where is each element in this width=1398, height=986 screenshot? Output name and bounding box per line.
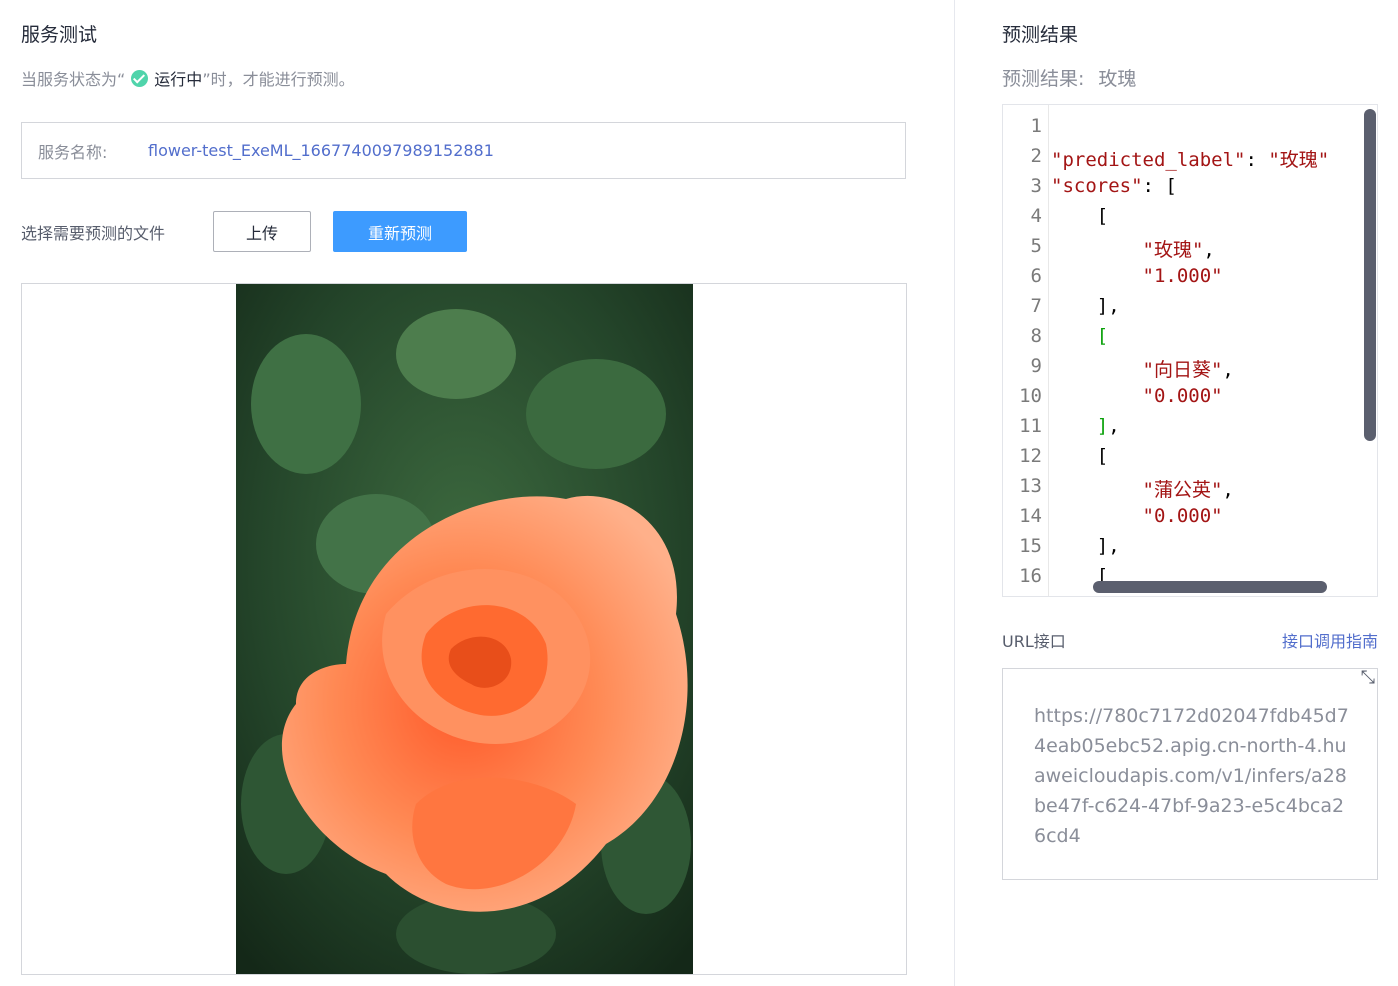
api-guide-link[interactable]: 接口调用指南 [1282,628,1378,652]
json-key: "scores" [1051,175,1143,197]
vertical-scrollbar[interactable] [1364,109,1376,441]
url-value: https://780c7172d02047fdb45d74eab05ebc52… [1034,705,1349,847]
json-value: "0.000" [1142,505,1223,527]
line-number: 13 [1019,475,1042,497]
line-number: 10 [1019,385,1042,407]
line-number: 8 [1030,325,1042,347]
line-number: 5 [1030,235,1042,257]
line-number: 4 [1030,205,1042,227]
service-name-value: flower-test_ExeML_1667740097989152881 [148,141,494,160]
prediction-title: 预测结果 [1002,24,1079,46]
code-line: [ [1051,205,1109,227]
json-value: "向日葵" [1142,359,1223,381]
line-number: 12 [1019,445,1042,467]
repredict-button[interactable]: 重新预测 [333,211,467,252]
page-title: 服务测试 [21,24,98,46]
line-number: 16 [1019,565,1042,587]
code-line: ], [1051,535,1120,557]
file-select-label: 选择需要预测的文件 [21,224,166,243]
code-line: ], [1096,415,1120,437]
code-line: [ [1051,445,1109,467]
url-label: URL接口 [1002,632,1066,651]
code-line: "scores": [ [1051,175,1177,197]
code-line: [ [1096,325,1109,347]
json-value: "蒲公英" [1142,479,1223,501]
rose-photo [236,284,693,974]
json-value: "1.000" [1142,265,1223,287]
prediction-result-label: 预测结果: [1002,68,1085,90]
prediction-panel: 预测结果 预测结果: 玫瑰 1 2 3 4 5 6 7 8 9 10 11 12 … [955,0,1398,986]
json-result-viewer[interactable]: 1 2 3 4 5 6 7 8 9 10 11 12 13 14 15 16 "… [1002,104,1378,597]
json-key: "predicted_label" [1051,149,1246,171]
prediction-result-value: 玫瑰 [1098,68,1137,90]
line-number-gutter: 1 2 3 4 5 6 7 8 9 10 11 12 13 14 15 16 [1003,105,1049,596]
status-note-status: 运行中 [154,70,203,89]
json-value: "玫瑰" [1142,239,1204,261]
code-line: "1.000" [1051,265,1223,287]
code-line: ], [1051,295,1120,317]
code-line: "蒲公英", [1142,479,1234,501]
line-number: 6 [1030,265,1042,287]
code-line: "0.000" [1051,385,1223,407]
code-line: "玫瑰", [1142,239,1215,261]
line-number: 1 [1030,115,1042,137]
check-circle-icon [131,69,149,87]
json-value: "玫瑰" [1268,149,1330,171]
status-note: 当服务状态为“ 运行中 ”时，才能进行预测。 [21,66,355,90]
service-test-panel: 服务测试 当服务状态为“ 运行中 ”时，才能进行预测。 服务名称: flower… [0,0,954,986]
status-note-prefix: 当服务状态为“ [21,70,126,89]
line-number: 15 [1019,535,1042,557]
upload-button[interactable]: 上传 [213,211,311,252]
line-number: 14 [1019,505,1042,527]
line-number: 2 [1030,145,1042,167]
url-textarea[interactable]: ⤡ https://780c7172d02047fdb45d74eab05ebc… [1002,667,1378,880]
resize-icon[interactable]: ⤡ [1361,667,1375,688]
line-number: 11 [1019,415,1042,437]
code-line: "0.000" [1051,505,1223,527]
code-line: "向日葵", [1142,359,1234,381]
line-number: 3 [1030,175,1042,197]
line-number: 9 [1030,355,1042,377]
status-note-suffix: ”时，才能进行预测。 [202,70,355,89]
line-number: 7 [1030,295,1042,317]
code-line: "predicted_label": "玫瑰" [1051,149,1330,171]
horizontal-scrollbar[interactable] [1093,581,1327,593]
prediction-result: 预测结果: 玫瑰 [1002,64,1136,91]
json-value: "0.000" [1142,385,1223,407]
service-name-box: 服务名称: flower-test_ExeML_1667740097989152… [21,122,906,179]
json-code: "predicted_label": "玫瑰" "scores": [ [ "玫… [1051,105,1377,596]
service-name-label: 服务名称: [38,142,108,162]
image-preview [21,283,907,975]
